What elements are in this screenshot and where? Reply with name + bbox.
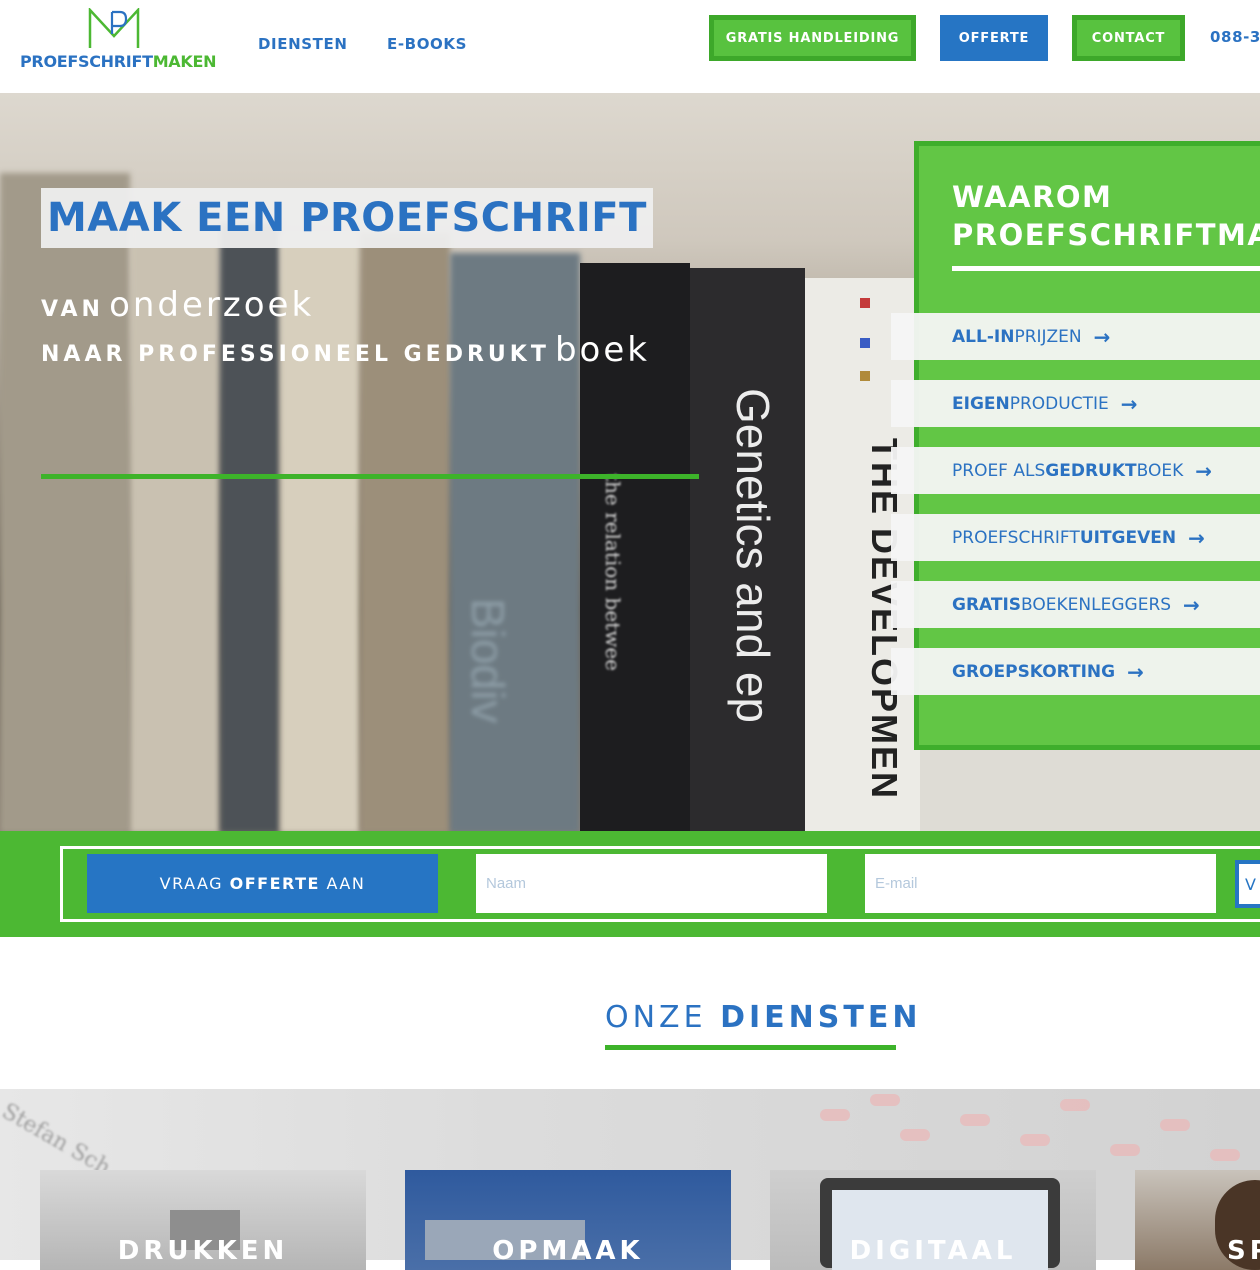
offer-btn-post: AAN xyxy=(319,874,366,893)
hero-subtitle-line1: VAN onderzoek xyxy=(41,285,314,325)
service-card-digitaal[interactable]: DIGITAAL xyxy=(770,1170,1096,1270)
background-decoration xyxy=(820,1109,850,1121)
offer-submit-button[interactable]: V xyxy=(1235,860,1260,908)
waarom-item-text: BOEK xyxy=(1136,460,1184,481)
book-decoration xyxy=(860,338,870,348)
waarom-item-bold: GRATIS xyxy=(952,594,1022,615)
background-decoration xyxy=(1020,1134,1050,1146)
vraag-offerte-button[interactable]: VRAAG OFFERTE AAN xyxy=(87,854,438,913)
background-decoration xyxy=(960,1114,990,1126)
waarom-item-text: PRIJZEN xyxy=(1014,326,1082,347)
hero-underline xyxy=(41,474,699,479)
arrow-right-icon: → xyxy=(1183,592,1200,617)
diensten-heading-bold: DIENSTEN xyxy=(720,1000,922,1035)
hero-subtitle-lower: onderzoek xyxy=(109,285,315,325)
nav-diensten[interactable]: DIENSTEN xyxy=(258,35,347,53)
hero-subtitle-lower: boek xyxy=(554,330,650,370)
arrow-right-icon: → xyxy=(1127,659,1144,684)
offer-btn-bold: OFFERTE xyxy=(229,874,320,893)
waarom-item-groepskorting[interactable]: GROEPSKORTING → xyxy=(891,648,1260,695)
nav-ebooks[interactable]: E-BOOKS xyxy=(387,35,467,53)
hero-subtitle-caps: NAAR PROFESSIONEEL GEDRUKT xyxy=(41,342,550,367)
diensten-heading-rule xyxy=(605,1045,896,1050)
service-card-label: DRUKKEN xyxy=(117,1236,289,1266)
arrow-right-icon: → xyxy=(1120,391,1138,416)
waarom-item-bold: GEDRUKT xyxy=(1045,460,1137,481)
book-decoration xyxy=(860,298,870,308)
service-card-sp[interactable]: SP xyxy=(1135,1170,1260,1270)
waarom-title-line1: WAAROM xyxy=(952,180,1113,214)
waarom-item-bold: ALL-IN xyxy=(952,326,1015,347)
arrow-right-icon: → xyxy=(1188,525,1205,550)
logo-text-part2: MAKEN xyxy=(152,52,217,71)
contact-button[interactable]: CONTACT xyxy=(1072,15,1185,61)
service-card-label: SP xyxy=(1227,1236,1260,1266)
background-decoration xyxy=(870,1094,900,1106)
waarom-item-gratis-boekenleggers[interactable]: GRATIS BOEKENLEGGERS → xyxy=(891,581,1260,628)
waarom-item-text: PROEFSCHRIFT xyxy=(952,527,1080,548)
background-text: Stefan Sch xyxy=(0,1099,115,1182)
hero-subtitle-caps: VAN xyxy=(41,297,104,322)
waarom-item-bold: UITGEVEN xyxy=(1079,527,1177,548)
offerte-button[interactable]: OFFERTE xyxy=(940,15,1048,61)
waarom-title-line2: PROEFSCHRIFTMAK xyxy=(952,218,1260,252)
book-spine-text: Genetics and ep xyxy=(727,388,779,724)
waarom-item-bold: EIGEN xyxy=(952,393,1010,414)
waarom-item-eigen-productie[interactable]: EIGEN PRODUCTIE → xyxy=(891,380,1260,427)
waarom-title-rule xyxy=(952,266,1260,271)
service-card-label: OPMAAK xyxy=(492,1236,644,1266)
hero-subtitle-line2: NAAR PROFESSIONEEL GEDRUKT boek xyxy=(41,330,650,370)
phone-number[interactable]: 088-32 xyxy=(1210,28,1260,46)
waarom-title: WAAROM PROEFSCHRIFTMAK xyxy=(952,178,1260,254)
email-input[interactable] xyxy=(865,854,1216,913)
diensten-heading-light: ONZE xyxy=(605,1000,721,1035)
service-card-drukken[interactable]: DRUKKEN xyxy=(40,1170,366,1270)
background-decoration xyxy=(1110,1144,1140,1156)
hero-title: MAAK EEN PROEFSCHRIFT xyxy=(47,195,647,241)
site-logo[interactable]: PROEFSCHRIFTMAKEN xyxy=(20,8,220,74)
background-decoration xyxy=(900,1129,930,1141)
book-spine xyxy=(0,173,130,831)
hero-title-box: MAAK EEN PROEFSCHRIFT xyxy=(41,188,653,248)
site-header: PROEFSCHRIFTMAKEN DIENSTEN E-BOOKS GRATI… xyxy=(0,0,1260,93)
arrow-right-icon: → xyxy=(1093,324,1111,349)
gratis-handleiding-button[interactable]: GRATIS HANDLEIDING xyxy=(709,15,916,61)
waarom-item-proef-als-gedrukt-boek[interactable]: PROEF ALS GEDRUKT BOEK → xyxy=(891,447,1260,494)
name-input[interactable] xyxy=(476,854,827,913)
background-decoration xyxy=(1210,1149,1240,1161)
logo-text-part1: PROEFSCHRIFT xyxy=(20,52,153,71)
waarom-item-text: PROEF ALS xyxy=(952,460,1046,481)
service-card-label: DIGITAAL xyxy=(849,1236,1017,1266)
background-decoration xyxy=(1060,1099,1090,1111)
offer-btn-pre: VRAAG xyxy=(159,874,230,893)
book-spine xyxy=(360,233,450,831)
waarom-item-all-in-prijzen[interactable]: ALL-IN PRIJZEN → xyxy=(891,313,1260,360)
waarom-item-bold: GROEPSKORTING xyxy=(952,661,1116,682)
waarom-item-text: PRODUCTIE xyxy=(1009,393,1109,414)
waarom-item-text: BOEKENLEGGERS xyxy=(1021,594,1172,615)
arrow-right-icon: → xyxy=(1195,458,1213,483)
diensten-heading-text: ONZE DIENSTEN xyxy=(605,1000,921,1035)
logo-text: PROEFSCHRIFTMAKEN xyxy=(20,52,217,71)
waarom-item-proefschrift-uitgeven[interactable]: PROEFSCHRIFT UITGEVEN → xyxy=(891,514,1260,561)
book-spine-text: the relation betwee xyxy=(601,473,625,672)
background-decoration xyxy=(1160,1119,1190,1131)
service-card-opmaak[interactable]: OPMAAK xyxy=(405,1170,731,1270)
logo-mark-icon xyxy=(88,8,140,48)
book-spine-text: Biodiv xyxy=(462,598,514,724)
book-decoration xyxy=(860,371,870,381)
